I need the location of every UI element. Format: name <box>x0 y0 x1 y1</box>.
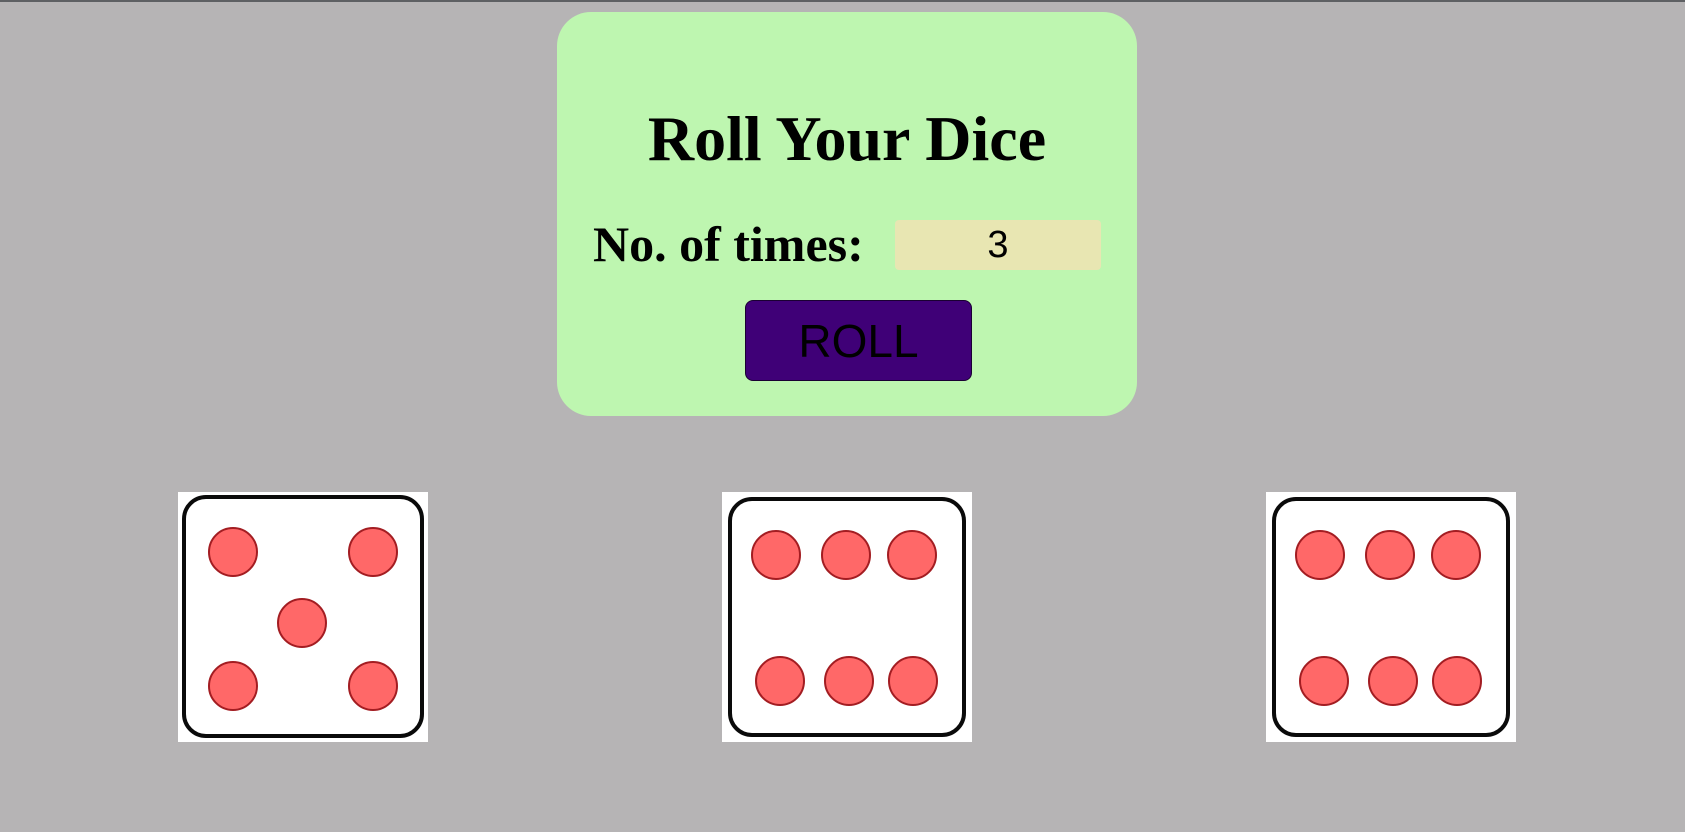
die-pip <box>1432 656 1482 706</box>
roll-button[interactable]: ROLL <box>745 300 972 381</box>
die-pip <box>1365 530 1415 580</box>
die-pip <box>888 656 938 706</box>
die-pip <box>1299 656 1349 706</box>
dice-six-icon <box>1272 497 1510 737</box>
die-pip <box>208 527 258 577</box>
die-3 <box>1266 492 1516 742</box>
die-pip <box>348 661 398 711</box>
die-pip <box>348 527 398 577</box>
die-pip <box>887 530 937 580</box>
die-pip <box>1295 530 1345 580</box>
times-label: No. of times: <box>593 216 864 272</box>
die-pip <box>277 598 327 648</box>
times-input[interactable] <box>895 220 1101 270</box>
die-pip <box>751 530 801 580</box>
die-pip <box>208 661 258 711</box>
die-2 <box>722 492 972 742</box>
die-1 <box>178 492 428 742</box>
dice-five-icon <box>182 495 424 738</box>
page-title: Roll Your Dice <box>647 103 1047 174</box>
die-pip <box>1368 656 1418 706</box>
die-pip <box>1431 530 1481 580</box>
die-pip <box>824 656 874 706</box>
dice-roller-panel: Roll Your Dice No. of times: ROLL <box>557 12 1137 416</box>
dice-six-icon <box>728 497 966 737</box>
die-pip <box>821 530 871 580</box>
die-pip <box>755 656 805 706</box>
